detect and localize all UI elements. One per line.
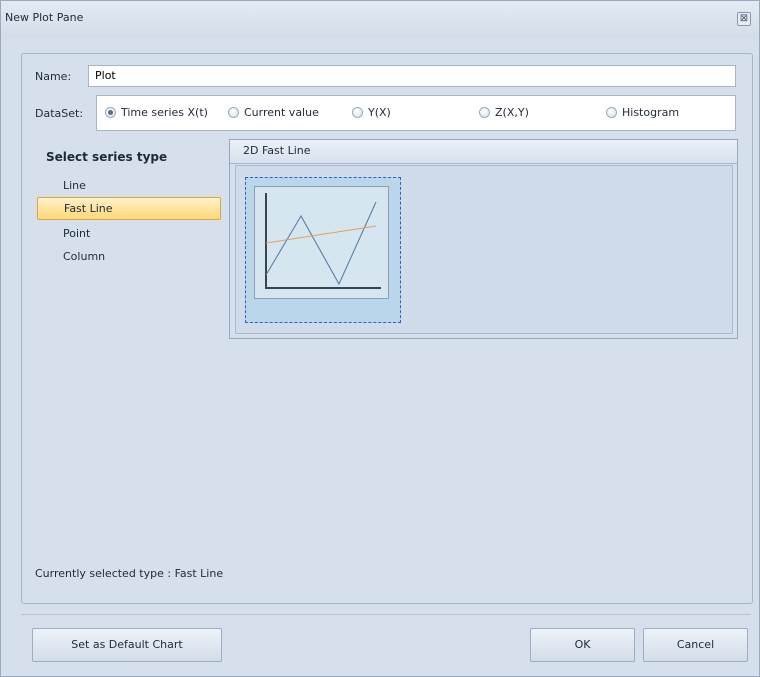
- dataset-label: DataSet:: [35, 107, 84, 120]
- close-icon: ⊠: [739, 13, 749, 24]
- name-input-value: Plot: [95, 69, 116, 82]
- radio-unchecked-icon: [606, 107, 617, 118]
- ok-button[interactable]: OK: [530, 628, 635, 662]
- title-bar: New Plot Pane ⊠: [1, 1, 759, 39]
- series-list-title: Select series type: [46, 150, 168, 164]
- fast-line-thumbnail: [254, 186, 389, 299]
- series-item-fast-line[interactable]: Fast Line: [37, 197, 221, 220]
- radio-label: Time series X(t): [121, 106, 208, 119]
- series-item-point[interactable]: Point: [37, 222, 221, 245]
- cancel-button[interactable]: Cancel: [643, 628, 748, 662]
- name-input[interactable]: Plot: [88, 65, 736, 87]
- radio-checked-icon: [105, 107, 116, 118]
- name-label: Name:: [35, 70, 72, 83]
- series-item-line[interactable]: Line: [37, 174, 221, 197]
- radio-y-of-x[interactable]: Y(X): [352, 106, 391, 119]
- thumbnail-blue-series: [265, 201, 377, 286]
- radio-histogram[interactable]: Histogram: [606, 106, 679, 119]
- radio-label: Current value: [244, 106, 319, 119]
- window-title: New Plot Pane: [5, 11, 84, 24]
- thumbnail-orange-series: [265, 225, 377, 244]
- radio-unchecked-icon: [479, 107, 490, 118]
- radio-z-of-xy[interactable]: Z(X,Y): [479, 106, 529, 119]
- close-button[interactable]: ⊠: [737, 12, 751, 26]
- dataset-radio-group: Time series X(t) Current value Y(X) Z(X,…: [96, 95, 736, 131]
- radio-current-value[interactable]: Current value: [228, 106, 319, 119]
- radio-label: Histogram: [622, 106, 680, 119]
- radio-label: Y(X): [368, 106, 391, 119]
- series-item-column[interactable]: Column: [37, 245, 221, 268]
- radio-time-series[interactable]: Time series X(t): [105, 106, 208, 119]
- radio-label: Z(X,Y): [495, 106, 529, 119]
- set-default-chart-button[interactable]: Set as Default Chart: [32, 628, 222, 662]
- footer-divider: [21, 614, 751, 615]
- fast-line-chart-icon: [265, 193, 381, 289]
- radio-unchecked-icon: [352, 107, 363, 118]
- panel-header: 2D Fast Line: [230, 140, 737, 164]
- radio-unchecked-icon: [228, 107, 239, 118]
- status-text: Currently selected type : Fast Line: [35, 567, 224, 580]
